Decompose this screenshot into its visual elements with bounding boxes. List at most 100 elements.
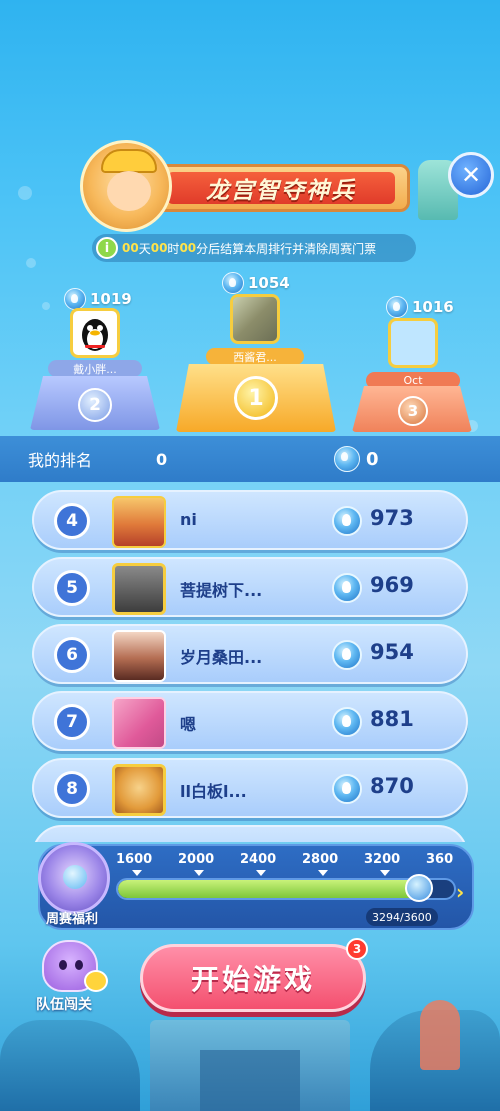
my-rank-score: 0 — [366, 448, 379, 470]
mascot-face — [107, 171, 151, 211]
player-avatar — [112, 697, 166, 749]
ranking-row-partial[interactable] — [32, 825, 468, 842]
banner-scroll: 龙宫智夺神兵 — [152, 164, 410, 212]
player-name: 嗯 — [180, 715, 197, 734]
avatar-photo — [233, 297, 277, 341]
countdown-tail: 分后结算本周排行并清除周赛门票 — [196, 241, 377, 256]
podium-first: 1054 西酱君... 1 — [176, 270, 336, 436]
podium-first-avatar[interactable] — [230, 294, 280, 344]
progress-tick: 2000 — [178, 852, 215, 867]
progress-tick: 3200 — [364, 852, 401, 867]
notification-badge: 3 — [346, 938, 368, 960]
ranking-row[interactable]: 8 ll白板l... 870 — [32, 758, 468, 818]
rank-number: 7 — [54, 704, 90, 740]
podium-second-name: 戴小胖... — [48, 360, 142, 377]
podium-third-score-value: 1016 — [412, 298, 454, 316]
start-game-button[interactable]: 开始游戏 — [140, 944, 366, 1012]
player-score: 969 — [370, 573, 414, 597]
progress-count: 3294/3600 — [366, 908, 438, 926]
progress-tick: 1600 — [116, 852, 153, 867]
water-drop-gem-icon — [222, 272, 244, 294]
ranking-list[interactable]: 4 ni 973 5 菩提树下... 969 6 岁月桑田... 954 7 嗯… — [0, 490, 500, 842]
player-name: 岁月桑田... — [180, 648, 263, 667]
player-score: 881 — [370, 707, 414, 731]
countdown-hours: 00 — [150, 241, 168, 255]
progress-tick: 2400 — [240, 852, 277, 867]
player-avatar — [112, 764, 166, 816]
close-icon: ✕ — [460, 161, 482, 189]
info-icon: i — [96, 237, 118, 259]
bubble-decoration — [18, 186, 32, 200]
event-title: 龙宫智夺神兵 — [206, 178, 356, 204]
tick-marker — [132, 870, 142, 876]
palace-stairs — [200, 1050, 300, 1111]
shell-reward-icon[interactable] — [38, 842, 110, 914]
chick-icon — [84, 970, 108, 992]
water-drop-gem-icon — [404, 874, 433, 902]
team-challenge-button[interactable]: 队伍闯关 — [30, 940, 114, 1016]
bubble-decoration — [26, 258, 36, 268]
tick-marker — [194, 870, 204, 876]
podium-third-score: 1016 — [386, 296, 454, 318]
my-rank-label: 我的排名 — [28, 451, 93, 470]
tick-marker — [318, 870, 328, 876]
progress-fill — [118, 880, 418, 898]
team-challenge-label: 队伍闯关 — [36, 997, 92, 1013]
player-score: 954 — [370, 640, 414, 664]
player-score: 973 — [370, 506, 414, 530]
seabed-rock — [0, 1020, 140, 1111]
countdown-days-unit: 天 — [138, 241, 151, 256]
event-banner: 龙宫智夺神兵 — [80, 140, 458, 232]
podium-first-name: 西酱君... — [206, 348, 304, 365]
podium-third: 1016 Oct 3 — [352, 294, 472, 434]
podium-third-avatar[interactable] — [388, 318, 438, 368]
tick-marker — [256, 870, 266, 876]
player-name: ni — [180, 510, 197, 529]
penguin-avatar-icon — [82, 319, 108, 351]
ranking-row[interactable]: 4 ni 973 — [32, 490, 468, 550]
coral-decoration — [420, 1000, 460, 1070]
player-avatar — [112, 630, 166, 682]
podium-first-score-value: 1054 — [248, 274, 290, 292]
progress-tick: 2800 — [302, 852, 339, 867]
rank-number: 8 — [54, 771, 90, 807]
countdown-days: 00 — [122, 241, 139, 255]
water-drop-gem-icon — [332, 573, 362, 603]
podium-first-score: 1054 — [222, 272, 290, 294]
my-rank-value: 0 — [156, 449, 168, 469]
rank-number: 6 — [54, 637, 90, 673]
my-rank-bar: 我的排名 0 0 — [0, 436, 500, 482]
player-score: 870 — [370, 774, 414, 798]
ranking-row[interactable]: 5 菩提树下... 969 — [32, 557, 468, 617]
player-avatar — [112, 563, 166, 615]
countdown-minutes: 00 — [179, 241, 197, 255]
close-button[interactable]: ✕ — [448, 152, 494, 198]
water-drop-gem-icon — [332, 640, 362, 670]
weekly-reward-label[interactable]: 周赛福利 — [46, 908, 98, 927]
podium-second-score: 1019 — [64, 288, 132, 310]
progress-tick: 360 — [426, 852, 454, 867]
monkey-king-mascot-icon — [80, 140, 172, 232]
podium-second-score-value: 1019 — [90, 290, 132, 308]
chevron-right-icon: › — [456, 880, 465, 904]
water-drop-gem-icon — [334, 446, 360, 472]
gold-medal-icon: 1 — [234, 376, 278, 420]
podium-second: 1019 戴小胖... 2 — [30, 284, 160, 434]
dragon-palace-gate — [150, 1020, 350, 1111]
ranking-row[interactable]: 7 嗯 881 — [32, 691, 468, 751]
rank-number: 5 — [54, 570, 90, 606]
pearl-icon — [63, 865, 87, 889]
silver-medal-icon: 2 — [78, 388, 112, 422]
tick-marker — [380, 870, 390, 876]
water-drop-gem-icon — [332, 774, 362, 804]
podium-second-avatar[interactable] — [70, 308, 120, 358]
water-drop-gem-icon — [64, 288, 86, 310]
bronze-medal-icon: 3 — [398, 396, 428, 426]
weekly-reward-panel: 1600 2000 2400 2800 3200 360 › 3294/3600… — [38, 842, 474, 930]
water-drop-gem-icon — [332, 707, 362, 737]
water-drop-gem-icon — [332, 506, 362, 536]
mascot-hat — [101, 149, 157, 173]
ranking-row[interactable]: 6 岁月桑田... 954 — [32, 624, 468, 684]
rank-number: 4 — [54, 503, 90, 539]
countdown-hours-unit: 时 — [167, 241, 180, 256]
